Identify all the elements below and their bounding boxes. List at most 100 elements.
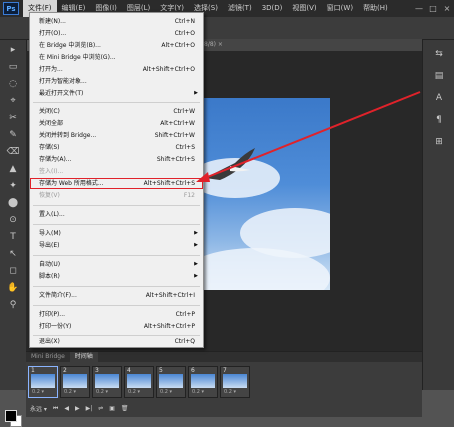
minimize-button[interactable]: — [412,4,426,13]
right-panel-dock: ⇆ ▤ A ¶ ⊞ [422,40,454,390]
menu-item-recent-files[interactable]: 最近打开文件(T) ▶ [30,88,203,99]
delete-frame-icon[interactable]: 🗑 [121,405,129,412]
animation-frame[interactable]: 7 0.2 ▾ [220,366,250,398]
frame-delay[interactable]: 0.2 ▾ [96,389,108,395]
menu-item-label: 导出(E) [39,242,60,249]
menu-item-close-all[interactable]: 关闭全部 Alt+Ctrl+W [30,118,203,129]
menu-item-shortcut: Alt+Shift+Ctrl+I [145,292,195,299]
menu-item-place[interactable]: 置入(L)... [30,209,203,220]
menu-item-label: 文件简介(F)... [39,292,77,299]
menu-item-open[interactable]: 打开(O)... Ctrl+O [30,28,203,39]
zoom-tool-icon[interactable]: ⚲ [6,298,20,312]
menu-item-label: 签入(I)... [39,168,64,175]
menu-view[interactable]: 视图(V) [287,0,321,17]
frame-delay[interactable]: 0.2 ▾ [64,389,76,395]
menu-item-label: 退出(X) [39,338,60,345]
menu-item-browse-mini-bridge[interactable]: 在 Mini Bridge 中浏览(G)... [30,52,203,63]
blur-tool-icon[interactable]: ✦ [6,179,20,193]
menu-item-label: 存储(S) [39,144,60,151]
menu-item-shortcut: Shift+Ctrl+W [154,132,195,139]
menu-item-browse-bridge[interactable]: 在 Bridge 中浏览(B)... Alt+Ctrl+O [30,40,203,51]
duplicate-frame-icon[interactable]: ▣ [109,405,115,412]
tab-mini-bridge[interactable]: Mini Bridge [26,352,70,362]
eraser-tool-icon[interactable]: ⌫ [6,145,20,159]
play-icon[interactable]: ▶ [75,405,80,412]
path-select-tool-icon[interactable]: ↖ [6,247,20,261]
paragraph-icon[interactable]: ¶ [430,112,448,128]
animation-frame[interactable]: 4 0.2 ▾ [124,366,154,398]
previous-frame-icon[interactable]: ◀ [64,405,69,412]
brush-tool-icon[interactable]: ✎ [6,128,20,142]
pen-tool-icon[interactable]: ⊙ [6,213,20,227]
hand-tool-icon[interactable]: ✋ [6,281,20,295]
timeline-panel: Mini Bridge 时间轴 1 0.2 ▾ 2 0.2 ▾ 3 0.2 ▾ 4 0.… [26,351,422,417]
timeline-controls: 永远 ▾ ⏮ ◀ ▶ ▶| ⇌ ▣ 🗑 [30,404,129,414]
shape-tool-icon[interactable]: ◻ [6,264,20,278]
menu-item-close-go-bridge[interactable]: 关闭并转到 Bridge... Shift+Ctrl+W [30,130,203,141]
maximize-button[interactable]: □ [426,4,440,13]
submenu-arrow-icon: ▶ [194,242,198,248]
slice-tool-icon[interactable]: ✂ [6,111,20,125]
arrange-icon[interactable]: ⇆ [430,46,448,62]
menu-item-export[interactable]: 导出(E) ▶ [30,240,203,251]
menu-item-label: 导入(M) [39,230,61,237]
close-button[interactable]: × [440,4,454,13]
menu-item-label: 关闭(C) [39,108,60,115]
grid-icon[interactable]: ⊞ [430,134,448,150]
animation-frame[interactable]: 2 0.2 ▾ [60,366,90,398]
animation-frame[interactable]: 1 0.2 ▾ [28,366,58,398]
move-tool-icon[interactable]: ▸ [6,43,20,57]
menu-item-save-for-web[interactable]: 存储为 Web 所用格式... Alt+Shift+Ctrl+S [30,178,203,189]
sky-seagull-image [200,98,330,290]
menu-item-print[interactable]: 打印(P)... Ctrl+P [30,309,203,320]
menu-item-save-as[interactable]: 存储为(A)... Shift+Ctrl+S [30,154,203,165]
submenu-arrow-icon: ▶ [194,90,198,96]
frame-delay[interactable]: 0.2 ▾ [192,389,204,395]
dodge-tool-icon[interactable]: ⬤ [6,196,20,210]
menu-filter[interactable]: 滤镜(T) [223,0,257,17]
menu-item-label: 自动(U) [39,261,61,268]
animation-frame[interactable]: 6 0.2 ▾ [188,366,218,398]
first-frame-icon[interactable]: ⏮ [53,405,58,413]
menu-separator [33,305,200,306]
menu-item-new[interactable]: 新建(N)... Ctrl+N [30,16,203,27]
menu-item-automate[interactable]: 自动(U) ▶ [30,259,203,270]
animation-frame[interactable]: 5 0.2 ▾ [156,366,186,398]
layers-icon[interactable]: ▤ [430,68,448,84]
menu-item-open-as[interactable]: 打开为... Alt+Shift+Ctrl+O [30,64,203,75]
character-icon[interactable]: A [430,90,448,106]
tab-timeline[interactable]: 时间轴 [69,352,98,362]
frame-delay[interactable]: 0.2 ▾ [224,389,236,395]
document-tab[interactable]: 8/8) × [200,39,422,51]
next-frame-icon[interactable]: ▶| [86,405,93,412]
type-tool-icon[interactable]: T [6,230,20,244]
gradient-tool-icon[interactable]: ▲ [6,162,20,176]
tools-panel: ▸ ▭ ◌ ⌖ ✂ ✎ ⌫ ▲ ✦ ⬤ ⊙ T ↖ ◻ ✋ ⚲ [0,40,27,427]
frame-delay[interactable]: 0.2 ▾ [128,389,140,395]
menu-help[interactable]: 帮助(H) [358,0,393,17]
frame-delay[interactable]: 0.2 ▾ [160,389,172,395]
menu-item-import[interactable]: 导入(M) ▶ [30,228,203,239]
marquee-tool-icon[interactable]: ▭ [6,60,20,74]
menu-item-shortcut: Ctrl+S [175,144,195,151]
menu-item-close[interactable]: 关闭(C) Ctrl+W [30,106,203,117]
menu-item-scripts[interactable]: 脚本(R) ▶ [30,271,203,282]
menu-3d[interactable]: 3D(D) [257,0,288,17]
menu-item-exit[interactable]: 退出(X) Ctrl+Q [30,336,203,347]
menu-item-save[interactable]: 存储(S) Ctrl+S [30,142,203,153]
tween-icon[interactable]: ⇌ [98,405,103,412]
menu-item-file-info[interactable]: 文件简介(F)... Alt+Shift+Ctrl+I [30,290,203,301]
menu-item-label: 最近打开文件(T) [39,90,84,97]
animation-frame[interactable]: 3 0.2 ▾ [92,366,122,398]
foreground-color-swatch[interactable] [5,410,17,422]
menu-window[interactable]: 窗口(W) [322,0,358,17]
menu-item-shortcut: Alt+Ctrl+W [160,120,195,127]
menu-item-print-one-copy[interactable]: 打印一份(Y) Alt+Shift+Ctrl+P [30,321,203,332]
frame-number: 6 [191,367,195,374]
crop-tool-icon[interactable]: ⌖ [6,94,20,108]
loop-select[interactable]: 永远 ▾ [30,404,47,413]
menu-item-open-smart-object[interactable]: 打开为智能对象... [30,76,203,87]
lasso-tool-icon[interactable]: ◌ [6,77,20,91]
menu-item-label: 在 Mini Bridge 中浏览(G)... [39,54,116,61]
frame-delay[interactable]: 0.2 ▾ [32,389,44,395]
